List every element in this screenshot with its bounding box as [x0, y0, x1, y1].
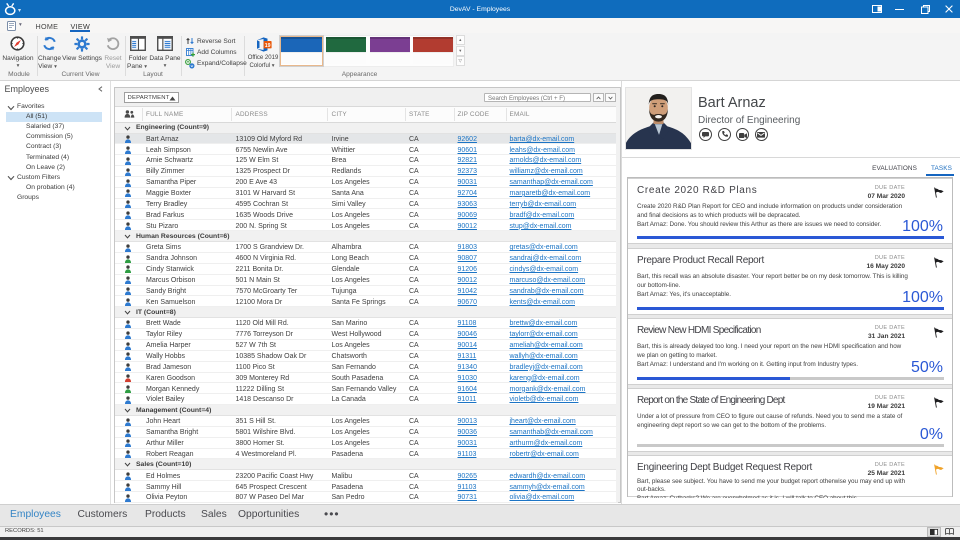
- svg-text:19: 19: [265, 43, 271, 49]
